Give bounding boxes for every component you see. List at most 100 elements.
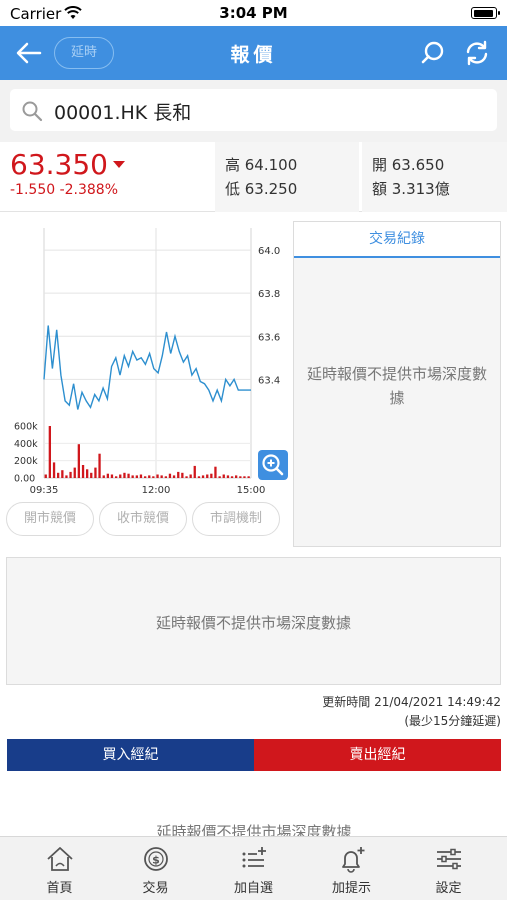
volume-bar bbox=[152, 476, 155, 478]
tab-add-alert[interactable]: 加提示 bbox=[301, 837, 402, 901]
volume-bar bbox=[110, 474, 114, 478]
volume-tick-label: 400k bbox=[14, 439, 38, 450]
tab-settings[interactable]: 設定 bbox=[398, 837, 499, 901]
update-time: 更新時間 21/04/2021 14:49:42 bbox=[322, 695, 501, 709]
tab-add-watchlist[interactable]: 加自選 bbox=[203, 837, 304, 901]
volume-tick-label: 0.00 bbox=[14, 474, 35, 485]
closing-auction-button[interactable]: 收市競價 bbox=[99, 502, 187, 536]
volume-bar bbox=[57, 472, 60, 478]
volume-bar bbox=[94, 467, 97, 478]
volume-bar bbox=[226, 475, 230, 478]
volume-bar bbox=[193, 465, 196, 478]
stock-search-input[interactable]: 00001.HK 長和 bbox=[10, 89, 497, 131]
volume-bar bbox=[148, 475, 151, 478]
volume-bar bbox=[48, 426, 51, 478]
tab-home[interactable]: 首頁 bbox=[9, 837, 110, 901]
zoom-in-icon bbox=[262, 454, 284, 476]
market-depth-message: 延時報價不提供市場深度數據 bbox=[155, 614, 351, 632]
zoom-button[interactable] bbox=[258, 450, 288, 480]
price-tick-label: 63.6 bbox=[258, 332, 280, 343]
volume-bar bbox=[127, 473, 130, 478]
turnover: 額 3.313億 bbox=[372, 180, 450, 198]
refresh-icon[interactable] bbox=[463, 39, 491, 67]
volume-bar bbox=[160, 475, 163, 478]
volume-bar bbox=[185, 476, 188, 478]
volume-bar bbox=[197, 476, 201, 478]
volume-bar bbox=[230, 476, 234, 478]
volume-bar bbox=[156, 474, 159, 478]
search-icon[interactable] bbox=[420, 40, 446, 66]
volume-bar bbox=[65, 475, 68, 478]
price-tick-label: 63.4 bbox=[258, 375, 280, 386]
volume-bar bbox=[119, 474, 122, 478]
open-turnover-cell: 開 63.650 額 3.313億 bbox=[362, 142, 507, 212]
time-tick-label: 12:00 bbox=[142, 485, 171, 496]
update-info: 更新時間 21/04/2021 14:49:42 (最少15分鐘延遲) bbox=[322, 693, 501, 731]
volume-bar bbox=[222, 474, 225, 478]
volume-tick-label: 200k bbox=[14, 456, 38, 467]
tab-add-alert-label: 加提示 bbox=[331, 881, 371, 896]
volume-bar bbox=[98, 453, 101, 478]
search-bar: 00001.HK 長和 bbox=[0, 80, 507, 142]
clock: 3:04 PM bbox=[219, 4, 288, 22]
volume-bar bbox=[135, 475, 138, 478]
volume-bar bbox=[90, 472, 93, 478]
price-change: -1.550 -2.388% bbox=[10, 182, 119, 198]
svg-text:$: $ bbox=[152, 854, 160, 867]
time-tick-label: 15:00 bbox=[237, 485, 266, 496]
volume-bar bbox=[201, 475, 205, 478]
volume-bar bbox=[172, 475, 176, 478]
day-low: 低 63.250 bbox=[225, 180, 298, 198]
volume-bar bbox=[102, 475, 105, 478]
volume-bar bbox=[69, 471, 72, 478]
add-alert-icon bbox=[342, 847, 365, 873]
vcm-button[interactable]: 市調機制 bbox=[192, 502, 280, 536]
volume-bar bbox=[247, 476, 250, 478]
volume-bar bbox=[206, 474, 209, 478]
volume-bar bbox=[86, 469, 89, 478]
settings-icon bbox=[437, 848, 461, 870]
delay-note: (最少15分鐘延遲) bbox=[404, 714, 501, 728]
volume-bar bbox=[164, 476, 167, 478]
volume-bar bbox=[44, 474, 47, 478]
time-tick-label: 09:35 bbox=[30, 485, 59, 496]
volume-bar bbox=[139, 474, 143, 478]
sell-brokers-tab[interactable]: 賣出經紀 bbox=[254, 739, 501, 771]
price-tick-label: 64.0 bbox=[258, 246, 280, 257]
volume-bar bbox=[181, 472, 184, 478]
volume-bar bbox=[144, 476, 147, 478]
intraday-chart-svg: 64.0 63.8 63.6 63.4 600k 400k 200k 0.0009:35 12:… bbox=[14, 228, 280, 496]
battery-icon bbox=[471, 7, 500, 19]
volume-bar bbox=[61, 470, 64, 478]
open-price: 開 63.650 bbox=[372, 156, 445, 174]
volume-bar bbox=[235, 475, 238, 478]
status-bar: Carrier 3:04 PM bbox=[0, 0, 507, 26]
volume-bar bbox=[106, 473, 109, 478]
volume-bar bbox=[239, 476, 242, 478]
volume-bar bbox=[218, 476, 221, 478]
volume-bar bbox=[131, 475, 134, 478]
day-high: 高 64.100 bbox=[225, 156, 298, 174]
tab-bar: 首頁 $ 交易 加自選 加提示 設定 bbox=[0, 836, 507, 900]
volume-bar bbox=[123, 472, 126, 478]
buy-brokers-tab[interactable]: 買入經紀 bbox=[7, 739, 254, 771]
trade-records-tab[interactable]: 交易紀錄 bbox=[294, 222, 500, 258]
home-icon bbox=[47, 847, 73, 871]
tab-trade[interactable]: $ 交易 bbox=[105, 837, 206, 901]
trade-records-panel: 交易紀錄 延時報價不提供市場深度數據 bbox=[293, 221, 501, 547]
broker-tabs: 買入經紀 賣出經紀 bbox=[7, 739, 501, 771]
volume-tick-label: 600k bbox=[14, 422, 38, 433]
nav-bar: 延時 報價 bbox=[0, 26, 507, 80]
tab-settings-label: 設定 bbox=[435, 881, 462, 896]
volume-bar bbox=[177, 471, 180, 478]
quote-summary: 63.350 -1.550 -2.388% 高 64.100 低 63.250 … bbox=[0, 142, 507, 212]
broker-queue-panel: 延時報價不提供市場深度數據 bbox=[7, 771, 501, 841]
tab-home-label: 首頁 bbox=[46, 881, 73, 896]
volume-bar bbox=[210, 473, 213, 478]
trade-records-message: 延時報價不提供市場深度數據 bbox=[306, 365, 487, 407]
last-price: 63.350 bbox=[10, 148, 108, 181]
tab-add-watchlist-label: 加自選 bbox=[233, 881, 273, 896]
opening-auction-button[interactable]: 開市競價 bbox=[6, 502, 94, 536]
intraday-chart[interactable]: 64.0 63.8 63.6 63.4 600k 400k 200k 0.00 09:35 12:… bbox=[0, 220, 292, 500]
price-down-arrow-icon bbox=[113, 161, 125, 168]
